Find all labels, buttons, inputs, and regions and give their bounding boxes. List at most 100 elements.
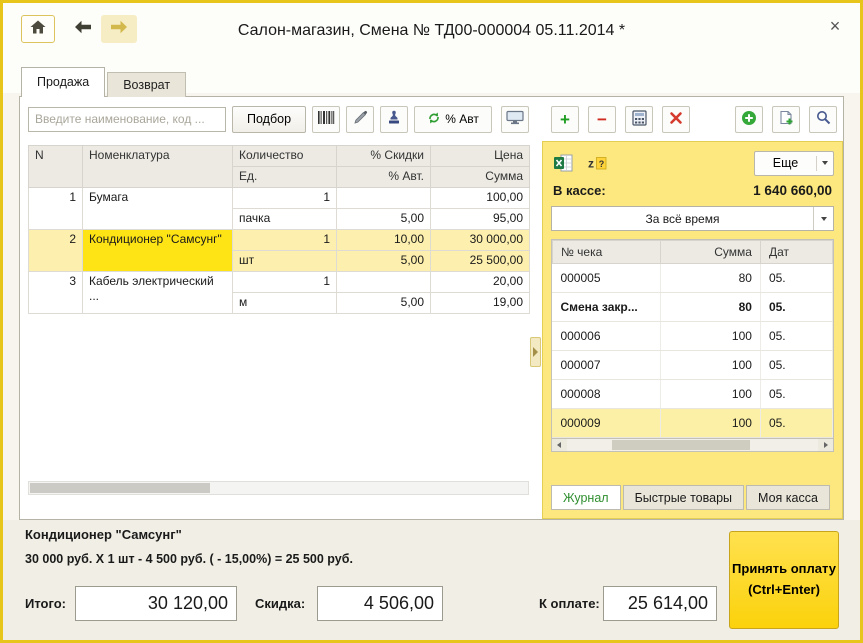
- col-header-price[interactable]: Цена: [431, 146, 530, 167]
- cell-name[interactable]: Кондиционер "Самсунг": [83, 230, 233, 272]
- cell-auto[interactable]: 5,00: [337, 209, 431, 230]
- splitter-collapse-button[interactable]: [530, 337, 541, 367]
- scroll-left-button[interactable]: [552, 439, 567, 451]
- new-document-button[interactable]: [772, 106, 800, 133]
- receipt-number[interactable]: 000005: [552, 264, 660, 293]
- panel-tab[interactable]: Журнал: [551, 485, 621, 510]
- delete-button[interactable]: [662, 106, 690, 133]
- calculator-button[interactable]: [625, 106, 653, 133]
- forward-button[interactable]: [101, 15, 137, 43]
- cell-discount[interactable]: [337, 188, 431, 209]
- scrollbar-thumb[interactable]: [612, 440, 750, 450]
- receipt-date[interactable]: 05.: [760, 351, 832, 380]
- col-header-sum[interactable]: Сумма: [431, 167, 530, 188]
- cell-unit[interactable]: шт: [233, 251, 337, 272]
- col-header-n[interactable]: N: [29, 146, 83, 188]
- excel-icon[interactable]: [551, 152, 575, 174]
- receipt-number[interactable]: Смена закр...: [552, 293, 660, 322]
- panel-tab[interactable]: Моя касса: [746, 485, 830, 510]
- col-header-auto[interactable]: % Авт.: [337, 167, 431, 188]
- cell-discount[interactable]: 10,00: [337, 230, 431, 251]
- cell-unit[interactable]: пачка: [233, 209, 337, 230]
- podbor-button[interactable]: Подбор: [232, 106, 306, 133]
- period-filter-select[interactable]: За всё время: [551, 206, 834, 231]
- receipt-sum[interactable]: 80: [660, 264, 760, 293]
- receipt-row[interactable]: 0000058005.: [552, 264, 832, 293]
- receipt-row[interactable]: Смена закр...8005.: [552, 293, 832, 322]
- receipt-sum[interactable]: 100: [660, 380, 760, 409]
- cell-price[interactable]: 100,00: [431, 188, 530, 209]
- cell-sum[interactable]: 25 500,00: [431, 251, 530, 272]
- cell-qty[interactable]: 1: [233, 230, 337, 251]
- scrollbar-thumb[interactable]: [30, 483, 210, 493]
- cell-sum[interactable]: 19,00: [431, 293, 530, 314]
- cell-name[interactable]: Бумага: [83, 188, 233, 230]
- edit-price-button[interactable]: [346, 106, 374, 133]
- receipt-number[interactable]: 000008: [552, 380, 660, 409]
- items-row[interactable]: 2Кондиционер "Самсунг"110,0030 000,00: [29, 230, 530, 251]
- remove-row-button[interactable]: −: [588, 106, 616, 133]
- cell-n[interactable]: 3: [29, 272, 83, 314]
- auto-discount-button[interactable]: % Авт: [414, 106, 492, 133]
- discount-value-field[interactable]: 4 506,00: [317, 586, 443, 621]
- back-button[interactable]: [65, 15, 101, 43]
- receipt-sum[interactable]: 100: [660, 409, 760, 438]
- receipt-date[interactable]: 05.: [760, 264, 832, 293]
- search-button[interactable]: [809, 106, 837, 133]
- col-header-name[interactable]: Номенклатура: [83, 146, 233, 188]
- close-icon[interactable]: ×: [824, 16, 846, 37]
- receipt-col-date[interactable]: Дат: [760, 241, 832, 264]
- accept-payment-button[interactable]: Принять оплату (Ctrl+Enter): [729, 531, 839, 629]
- col-header-discount[interactable]: % Скидки: [337, 146, 431, 167]
- items-row[interactable]: 1Бумага1100,00: [29, 188, 530, 209]
- col-header-unit[interactable]: Ед.: [233, 167, 337, 188]
- cell-sum[interactable]: 95,00: [431, 209, 530, 230]
- cell-n[interactable]: 1: [29, 188, 83, 230]
- more-button[interactable]: Еще: [754, 151, 834, 176]
- cell-auto[interactable]: 5,00: [337, 293, 431, 314]
- items-horizontal-scrollbar[interactable]: [28, 481, 529, 495]
- receipt-col-sum[interactable]: Сумма: [660, 241, 760, 264]
- receipt-number[interactable]: 000009: [552, 409, 660, 438]
- scrollbar-track[interactable]: [567, 439, 818, 451]
- panel-tab[interactable]: Быстрые товары: [623, 485, 744, 510]
- receipt-row[interactable]: 00000910005.: [552, 409, 832, 438]
- search-input[interactable]: [28, 107, 226, 132]
- total-value-field[interactable]: 30 120,00: [75, 586, 237, 621]
- cell-price[interactable]: 20,00: [431, 272, 530, 293]
- add-row-button[interactable]: +: [551, 106, 579, 133]
- add-item-button[interactable]: [735, 106, 763, 133]
- cell-unit[interactable]: м: [233, 293, 337, 314]
- receipt-row[interactable]: 00000810005.: [552, 380, 832, 409]
- col-header-qty[interactable]: Количество: [233, 146, 337, 167]
- receipt-sum[interactable]: 100: [660, 322, 760, 351]
- terminal-button[interactable]: [501, 106, 529, 133]
- main-tab[interactable]: Продажа: [21, 67, 105, 97]
- home-button[interactable]: [21, 15, 55, 43]
- receipt-date[interactable]: 05.: [760, 409, 832, 438]
- receipt-col-number[interactable]: № чека: [552, 241, 660, 264]
- cell-qty[interactable]: 1: [233, 272, 337, 293]
- main-tab[interactable]: Возврат: [107, 72, 186, 97]
- items-row[interactable]: 3Кабель электрический ...120,00: [29, 272, 530, 293]
- receipt-row[interactable]: 00000610005.: [552, 322, 832, 351]
- receipt-number[interactable]: 000006: [552, 322, 660, 351]
- scroll-right-button[interactable]: [818, 439, 833, 451]
- receipt-sum[interactable]: 80: [660, 293, 760, 322]
- receipt-number[interactable]: 000007: [552, 351, 660, 380]
- cell-price[interactable]: 30 000,00: [431, 230, 530, 251]
- due-value-field[interactable]: 25 614,00: [603, 586, 717, 621]
- cell-discount[interactable]: [337, 272, 431, 293]
- receipt-sum[interactable]: 100: [660, 351, 760, 380]
- cell-auto[interactable]: 5,00: [337, 251, 431, 272]
- receipts-horizontal-scrollbar[interactable]: [551, 438, 834, 452]
- cell-name[interactable]: Кабель электрический ...: [83, 272, 233, 314]
- cell-n[interactable]: 2: [29, 230, 83, 272]
- combo-dropdown-button[interactable]: [813, 207, 833, 230]
- receipt-date[interactable]: 05.: [760, 293, 832, 322]
- stamp-button[interactable]: [380, 106, 408, 133]
- sort-icon[interactable]: z?: [585, 152, 609, 174]
- cell-qty[interactable]: 1: [233, 188, 337, 209]
- receipt-row[interactable]: 00000710005.: [552, 351, 832, 380]
- receipt-date[interactable]: 05.: [760, 322, 832, 351]
